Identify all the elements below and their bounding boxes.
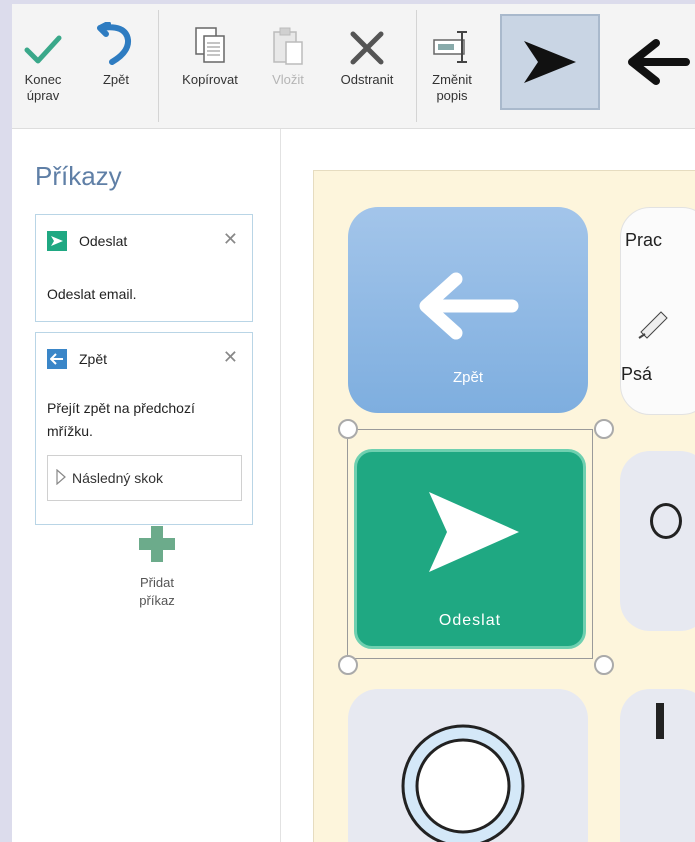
paste-icon	[271, 4, 305, 66]
command-card-back[interactable]: Zpět ✕ Přejít zpět na předchozí mřížku. …	[35, 332, 253, 525]
command-header: Odeslat	[47, 231, 127, 251]
cell-label: Odeslat	[438, 612, 502, 629]
command-description: Odeslat email.	[47, 286, 137, 302]
grid-cell-send[interactable]: Odeslat	[354, 449, 586, 649]
undo-button[interactable]: Zpět	[90, 4, 142, 128]
follow-jump-label: Následný skok	[72, 470, 164, 486]
resize-handle[interactable]	[594, 419, 614, 439]
icon-option-send[interactable]	[500, 14, 600, 110]
symbol-icon	[650, 503, 682, 539]
close-icon[interactable]: ✕	[223, 229, 238, 250]
icon-option-back[interactable]	[610, 14, 695, 110]
command-card-send[interactable]: Odeslat ✕ Odeslat email.	[35, 214, 253, 322]
plate-icon	[401, 724, 525, 842]
cell-label: Zpět	[452, 369, 483, 386]
resize-handle[interactable]	[338, 655, 358, 675]
add-command-button[interactable]: Přidat příkaz	[102, 524, 212, 610]
resize-handle[interactable]	[338, 419, 358, 439]
grid-cell-back[interactable]: Zpět	[348, 207, 588, 413]
resize-handle[interactable]	[594, 655, 614, 675]
send-arrow-icon	[429, 492, 519, 572]
cell-label: Psá	[621, 364, 653, 384]
symbol-icon	[656, 703, 664, 739]
change-label-label: Změnit popis	[432, 72, 472, 103]
undo-icon	[96, 4, 136, 66]
change-label-button[interactable]: Změnit popis	[422, 4, 482, 128]
checkmark-icon	[23, 4, 63, 66]
plus-icon	[137, 524, 177, 564]
follow-jump-selector[interactable]: Následný skok	[47, 455, 242, 501]
grid-cell-partial-mid[interactable]	[620, 451, 695, 631]
back-arrow-icon	[628, 39, 690, 85]
command-name: Zpět	[79, 351, 108, 367]
grid-cell-partial-top[interactable]: Prac Psá	[620, 207, 695, 415]
grid-cell-partial-bottom[interactable]	[620, 689, 695, 842]
grid-cell-bottom-left[interactable]	[348, 689, 588, 842]
toolbar-separator	[158, 10, 159, 122]
close-icon[interactable]: ✕	[223, 347, 238, 368]
command-name: Odeslat	[79, 233, 128, 249]
delete-label: Odstranit	[340, 72, 394, 87]
add-command-label: Přidat příkaz	[139, 575, 175, 608]
window-frame: Konec úprav Zpět Kopírovat Vložit Odstra…	[0, 0, 695, 842]
copy-button[interactable]: Kopírovat	[166, 4, 254, 128]
change-label-icon	[432, 4, 472, 66]
command-description: Přejít zpět na předchozí mřížku.	[47, 400, 195, 439]
copy-label: Kopírovat	[182, 72, 238, 87]
back-arrow-icon	[419, 272, 519, 340]
symbol-grid: Zpět Prac Psá Odeslat	[313, 170, 695, 842]
cell-label: Prac	[625, 230, 663, 250]
done-editing-label: Konec úprav	[24, 72, 62, 103]
editor-window: Konec úprav Zpět Kopírovat Vložit Odstra…	[12, 4, 695, 842]
copy-icon	[193, 4, 227, 66]
commands-panel: Příkazy Odeslat ✕ Odeslat email. Zpět ✕ …	[12, 129, 281, 842]
send-arrow-icon	[47, 231, 67, 251]
undo-label: Zpět	[102, 72, 129, 87]
toolbar: Konec úprav Zpět Kopírovat Vložit Odstra…	[12, 4, 695, 129]
command-header: Zpět	[47, 349, 107, 369]
panel-title: Příkazy	[35, 161, 122, 191]
delete-x-icon	[349, 4, 385, 66]
paste-button[interactable]: Vložit	[258, 4, 318, 128]
writing-hand-icon	[638, 311, 668, 339]
paste-label: Vložit	[272, 72, 304, 87]
done-editing-button[interactable]: Konec úprav	[18, 4, 68, 128]
back-arrow-icon	[47, 349, 67, 369]
toolbar-separator	[416, 10, 417, 122]
play-outline-icon	[56, 468, 66, 488]
delete-button[interactable]: Odstranit	[322, 4, 412, 128]
send-arrow-icon	[524, 41, 576, 83]
